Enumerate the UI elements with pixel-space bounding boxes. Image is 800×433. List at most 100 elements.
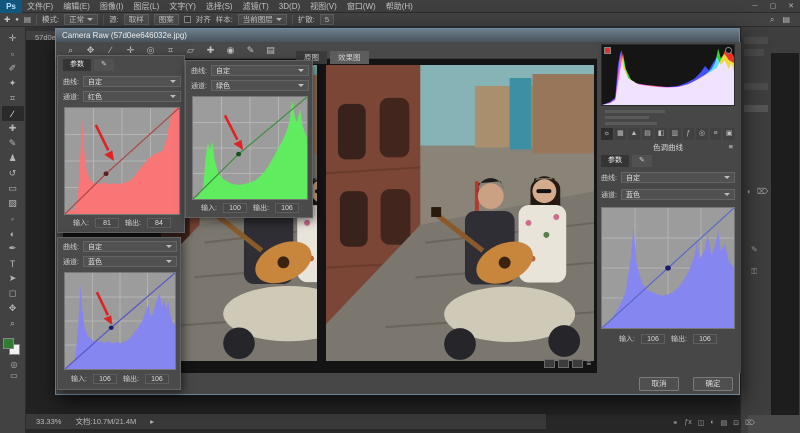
graduated-filter-tool-icon[interactable]: ▤ [264,45,277,56]
lasso-tool-icon[interactable]: ✐ [2,61,24,76]
menu-item[interactable]: 帮助(H) [381,0,418,13]
zoom-tool-icon[interactable]: ⌕ [2,316,24,331]
fit-view-button[interactable] [572,359,583,368]
channel-select[interactable]: 蓝色 [621,189,735,200]
zoom-level[interactable]: 33.33% [36,417,61,426]
source-sample-button[interactable]: 取样 [124,14,149,25]
snapshots-tab-icon[interactable]: ▣ [723,128,735,140]
straighten-tool-icon[interactable]: ▱ [184,45,197,56]
panel-menu-icon[interactable]: ≡ [729,142,733,151]
screen-mode-icon[interactable]: ▭ [3,371,25,380]
output-value[interactable]: 106 [145,374,169,384]
source-pattern-button[interactable]: 图案 [154,14,179,25]
blue-curve-plot[interactable] [64,272,176,370]
panel-row[interactable] [744,105,768,112]
menu-item[interactable]: 图层(L) [128,0,164,13]
white-balance-tool-icon[interactable]: ∕ [104,45,117,55]
move-tool-icon[interactable]: ✛ [2,31,24,46]
zoom-tool-icon[interactable]: ⌕ [64,45,77,56]
new-layer-icon[interactable]: ⊡ [733,419,739,427]
preview-menu-icon[interactable]: ≡ [586,359,591,368]
camera-calibration-tab-icon[interactable]: ◎ [696,128,708,140]
cancel-button[interactable]: 取消 [639,377,679,391]
output-value[interactable]: 106 [693,334,717,344]
ok-button[interactable]: 确定 [693,377,733,391]
zoom-out-button[interactable] [544,359,555,368]
menu-item[interactable]: 图像(I) [95,0,129,13]
menu-item[interactable]: 窗口(W) [342,0,381,13]
maximize-button[interactable]: ▢ [764,0,782,13]
dialog-title-bar[interactable]: Camera Raw (57d0ee646032e.jpg) [56,29,739,42]
aligned-checkbox[interactable] [184,16,191,23]
foreground-color-swatch[interactable] [3,338,14,349]
active-tool-icon[interactable]: ✚ [4,15,10,24]
hand-tool-icon[interactable]: ✥ [2,301,24,316]
red-eye-tool-icon[interactable]: ◉ [224,45,237,56]
curve-point[interactable] [104,171,109,176]
channel-select[interactable]: 蓝色 [83,256,177,267]
blur-tool-icon[interactable]: ◦ [2,211,24,226]
delete-layer-icon[interactable]: ⌦ [745,419,755,427]
basic-tab-icon[interactable]: ☼ [601,128,613,140]
shape-tool-icon[interactable]: ◻ [2,286,24,301]
layer-effects-icon[interactable]: ƒx [684,419,691,427]
hsl-tab-icon[interactable]: ▤ [642,128,654,140]
adjustment-layer-icon[interactable]: ◐ [710,419,714,427]
input-value[interactable]: 106 [641,334,665,344]
menu-item[interactable]: 视图(V) [305,0,342,13]
type-tool-icon[interactable]: T [2,256,24,271]
tab-parametric[interactable]: 参数 [601,155,629,167]
tone-curve-tab-icon[interactable]: ▦ [615,128,627,140]
curve-point[interactable] [665,265,671,270]
curve-preset-select[interactable]: 自定 [83,241,177,252]
output-value[interactable]: 106 [275,203,299,213]
spread-input[interactable]: 5 [320,14,334,25]
marquee-tool-icon[interactable]: ▫ [2,46,24,61]
eraser-tool-icon[interactable]: ▭ [2,181,24,196]
zoom-in-button[interactable] [558,359,569,368]
status-menu-arrow-icon[interactable]: ▸ [150,417,154,426]
targeted-adjustment-tool-icon[interactable]: ◎ [144,45,157,56]
link-layers-icon[interactable]: ⚭ [672,419,678,427]
history-brush-tool-icon[interactable]: ↺ [2,166,24,181]
tab-point-icon[interactable]: ✎ [632,155,652,167]
crop-tool-icon[interactable]: ⌗ [164,45,177,56]
panel-row[interactable] [744,37,768,44]
menu-item[interactable]: 3D(D) [274,0,305,13]
red-curve-plot[interactable] [64,107,180,215]
healing-brush-tool-icon[interactable]: ✚ [2,121,24,136]
sample-select[interactable]: 当前图层 [238,14,287,25]
gradient-tool-icon[interactable]: ▨ [2,196,24,211]
shadow-clipping-indicator[interactable] [604,47,611,54]
path-select-tool-icon[interactable]: ➤ [2,271,24,286]
minimize-button[interactable]: ─ [746,0,764,13]
input-value[interactable]: 100 [223,203,247,213]
brush-settings-icon[interactable]: ✎ [751,245,758,254]
toggle-panel-icon[interactable]: ▤ [24,15,31,24]
presets-tab-icon[interactable]: ≡ [710,128,722,140]
curve-preset-select[interactable]: 自定 [83,76,181,87]
adjustment-brush-tool-icon[interactable]: ✎ [244,45,257,56]
channel-select[interactable]: 绿色 [211,80,309,91]
spot-removal-tool-icon[interactable]: ✚ [204,45,217,56]
input-value[interactable]: 106 [93,374,117,384]
menu-item[interactable]: 滤镜(T) [238,0,274,13]
menu-item[interactable]: 选择(S) [201,0,238,13]
layer-mask-icon[interactable]: ◫ [698,419,705,427]
tone-curve-plot[interactable] [601,207,735,329]
channel-select[interactable]: 红色 [83,91,181,102]
curve-point[interactable] [236,152,241,156]
brush-tool-icon[interactable]: ✎ [2,136,24,151]
dodge-tool-icon[interactable]: ◐ [2,226,24,241]
brush-preset-icon[interactable]: ● [15,17,19,23]
quick-mask-icon[interactable]: ◎ [3,360,25,369]
curve-preset-select[interactable]: 自定 [211,65,309,76]
search-icon[interactable]: ⌕ [770,15,774,25]
pen-tool-icon[interactable]: ✒ [2,241,24,256]
curve-point[interactable] [109,326,114,330]
input-value[interactable]: 81 [95,218,119,228]
layer-group-icon[interactable]: ▤ [721,419,728,427]
tab-after[interactable]: 效果图 [330,51,369,64]
menu-item[interactable]: 编辑(E) [58,0,95,13]
tab-parametric[interactable]: 参数 [63,59,91,71]
